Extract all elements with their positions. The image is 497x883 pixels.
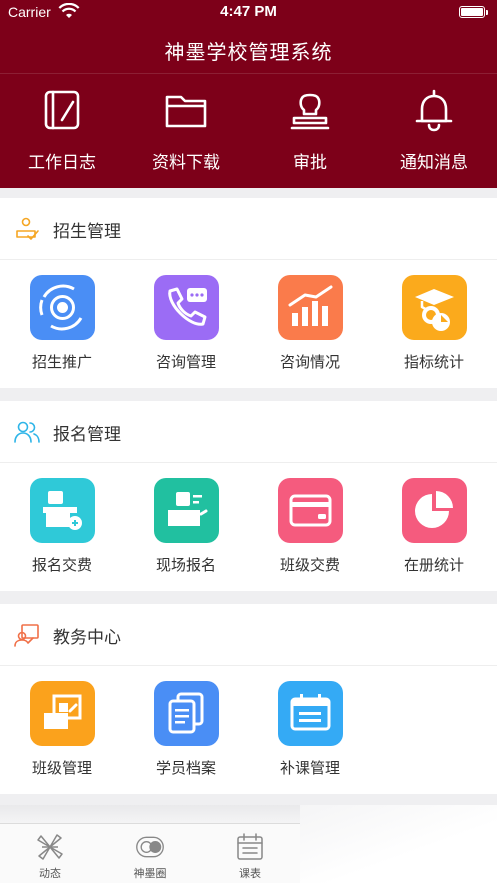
tile-label: 招生推广 [31, 353, 92, 371]
tile-consult-management[interactable]: 咨询管理 [124, 260, 248, 378]
folder-icon [165, 95, 207, 128]
teaching-icon [14, 624, 39, 647]
enrollment-icon [16, 217, 39, 240]
tile-label: 咨询管理 [155, 353, 216, 371]
graduate-icon [402, 275, 467, 340]
tab-label: 神墨圈 [133, 867, 167, 880]
section-title: 教务中心 [53, 628, 121, 648]
shortcut-label: 资料下载 [152, 153, 220, 173]
tile-label: 咨询情况 [279, 353, 340, 371]
tile-class-payment[interactable]: 班级交费 [248, 463, 372, 581]
tab-label: 动态 [39, 867, 61, 880]
calendar-icon [278, 681, 343, 746]
phone-chat-icon [154, 275, 219, 340]
tile-student-records[interactable]: 学员档案 [124, 666, 248, 784]
bell-icon [415, 89, 453, 132]
radar-icon [30, 275, 95, 340]
documents-icon [154, 681, 219, 746]
users-icon [14, 421, 40, 443]
section-academic-center: 教务中心 班级管理 学员档案 补课管理 [0, 604, 497, 794]
classroom-icon [30, 681, 95, 746]
shortcut-downloads[interactable]: 资料下载 [124, 88, 248, 178]
battery-icon [459, 6, 488, 18]
status-bar: Carrier 4:47 PM [0, 0, 497, 24]
tile-indicator-stats[interactable]: 指标统计 [372, 260, 496, 378]
section-header: 教务中心 [0, 604, 497, 666]
shortcut-label: 通知消息 [400, 153, 468, 173]
tile-makeup-class[interactable]: 补课管理 [248, 666, 372, 784]
notebook-icon [44, 90, 80, 130]
onsite-desk-icon [154, 478, 219, 543]
pie-chart-icon [402, 478, 467, 543]
tile-onsite-registration[interactable]: 现场报名 [124, 463, 248, 581]
tile-label: 指标统计 [403, 353, 464, 371]
page-title: 神墨学校管理系统 [164, 40, 333, 64]
tile-label: 补课管理 [279, 759, 340, 777]
app-header: Carrier 4:47 PM 神墨学校管理系统 工作日志 资料下载 审批 通知… [0, 0, 497, 188]
shortcut-label: 工作日志 [28, 153, 96, 173]
section-header: 报名管理 [0, 401, 497, 463]
section-title: 报名管理 [53, 425, 121, 445]
section-header: 招生管理 [0, 198, 497, 260]
card-icon [278, 478, 343, 543]
tile-registration-payment[interactable]: 报名交费 [0, 463, 124, 581]
bar-chart-icon [278, 275, 343, 340]
tab-schedule[interactable]: 课表 [200, 824, 300, 883]
tab-label: 课表 [239, 867, 261, 880]
tile-label: 班级交费 [279, 556, 340, 574]
pinwheel-icon [37, 834, 63, 860]
tile-label: 报名交费 [31, 556, 92, 574]
schedule-icon [237, 833, 263, 860]
tile-label: 在册统计 [403, 556, 464, 574]
tab-shenmo-circle[interactable]: 神墨圈 [100, 824, 200, 883]
stamp-icon [290, 93, 330, 130]
tile-label: 学员档案 [155, 759, 216, 777]
tile-consult-status[interactable]: 咨询情况 [248, 260, 372, 378]
tile-label: 现场报名 [155, 556, 216, 574]
shortcut-label: 审批 [293, 153, 327, 173]
section-registration: 报名管理 报名交费 现场报名 班级交费 在册统计 [0, 401, 497, 591]
section-enrollment: 招生管理 招生推广 咨询管理 咨询情况 指标统计 [0, 198, 497, 388]
shortcut-approval[interactable]: 审批 [248, 88, 372, 178]
tab-feed[interactable]: 动态 [0, 824, 100, 883]
header-divider [0, 73, 497, 74]
tile-class-management[interactable]: 班级管理 [0, 666, 124, 784]
tabbar-background [300, 805, 497, 883]
tile-label: 班级管理 [31, 759, 92, 777]
status-time: 4:47 PM [220, 3, 277, 20]
section-title: 招生管理 [53, 222, 121, 242]
tab-bar: 动态 神墨圈 课表 [0, 823, 300, 883]
tile-enrollment-promotion[interactable]: 招生推广 [0, 260, 124, 378]
toggle-circle-icon [136, 836, 164, 858]
tile-enrolled-stats[interactable]: 在册统计 [372, 463, 496, 581]
pay-desk-icon [30, 478, 95, 543]
shortcut-work-log[interactable]: 工作日志 [0, 88, 124, 178]
shortcut-notifications[interactable]: 通知消息 [372, 88, 496, 178]
